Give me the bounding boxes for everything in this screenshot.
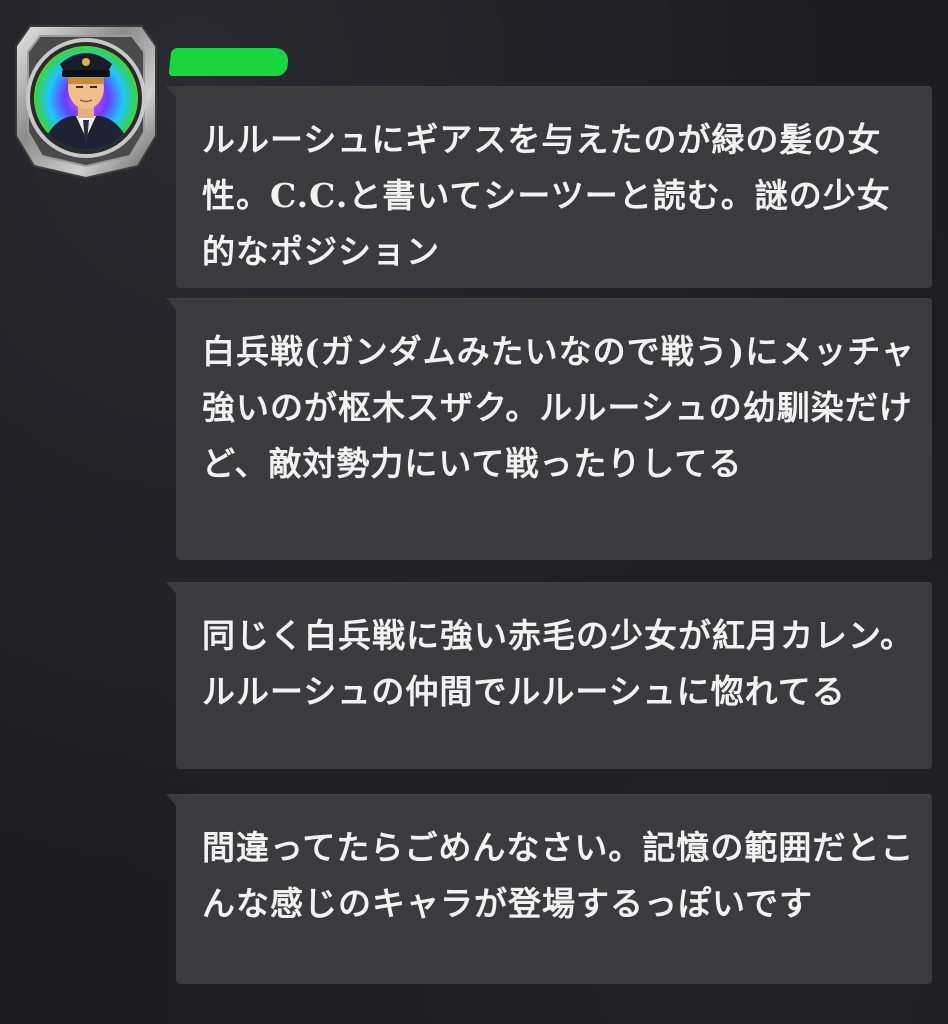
message-text: 間違ってたらごめんなさい。記憶の範囲だとこんな感じのキャラが登場するっぽいです — [202, 828, 915, 923]
message-text: ルルーシュにギアスを与えたのが緑の髪の女性。C.C.と書いてシーツーと読む。謎の… — [202, 120, 891, 271]
message-bubble[interactable]: 白兵戦(ガンダムみたいなので戦う)にメッチャ強いのが枢木スザク。ルルーシュの幼馴… — [166, 298, 932, 560]
message-text: 白兵戦(ガンダムみたいなので戦う)にメッチャ強いのが枢木スザク。ルルーシュの幼馴… — [202, 332, 915, 483]
message-bubble[interactable]: 同じく白兵戦に強い赤毛の少女が紅月カレン。ルルーシュの仲間でルルーシュに惚れてる — [166, 582, 932, 769]
sender-avatar[interactable] — [10, 12, 162, 182]
message-text: 同じく白兵戦に強い赤毛の少女が紅月カレン。ルルーシュの仲間でルルーシュに惚れてる — [202, 616, 915, 711]
username-redaction — [168, 48, 290, 76]
message-bubble[interactable]: ルルーシュにギアスを与えたのが緑の髪の女性。C.C.と書いてシーツーと読む。謎の… — [166, 86, 932, 288]
officer-avatar-icon — [15, 25, 157, 180]
message-bubble[interactable]: 間違ってたらごめんなさい。記憶の範囲だとこんな感じのキャラが登場するっぽいです — [166, 794, 932, 984]
